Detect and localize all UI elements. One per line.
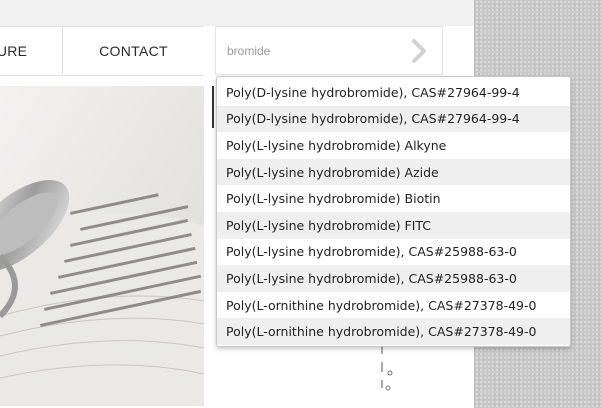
suggestion-item[interactable]: Poly(L-ornithine hydrobromide), CAS#2737… [217, 318, 570, 345]
search-suggestions-dropdown: Poly(D-lysine hydrobromide), CAS#27964-9… [216, 76, 571, 347]
nav-item-partial[interactable]: TURE [0, 27, 62, 75]
chemical-structure-icon [381, 340, 393, 391]
nav-item-contact[interactable]: CONTACT [63, 27, 204, 75]
book-image-illustration [0, 86, 204, 406]
chevron-right-icon [412, 39, 426, 63]
suggestion-item[interactable]: Poly(L-lysine hydrobromide) FITC [217, 212, 570, 239]
nav-item-contact-label: CONTACT [99, 43, 168, 59]
search-input[interactable] [216, 27, 406, 74]
suggestion-item[interactable]: Poly(L-lysine hydrobromide), CAS#25988-6… [217, 265, 570, 292]
chemical-structure-image [360, 340, 420, 406]
suggestion-item[interactable]: Poly(L-ornithine hydrobromide), CAS#2737… [217, 292, 570, 319]
nav-item-partial-label: TURE [0, 43, 28, 59]
main-navigation: TURE CONTACT [0, 26, 204, 76]
hero-image-book-stethoscope [0, 86, 204, 406]
suggestion-item[interactable]: Poly(L-lysine hydrobromide), CAS#25988-6… [217, 239, 570, 266]
search-submit-button[interactable] [408, 39, 430, 63]
suggestion-item[interactable]: Poly(L-lysine hydrobromide) Azide [217, 158, 570, 186]
suggestion-item[interactable]: Poly(D-lysine hydrobromide), CAS#27964-9… [217, 79, 570, 106]
suggestion-item[interactable]: Poly(L-lysine hydrobromide) Alkyne [217, 132, 570, 159]
suggestion-item[interactable]: Poly(L-lysine hydrobromide) Biotin [217, 185, 570, 212]
dropdown-scroll-marker [212, 86, 214, 128]
header-top-band [0, 0, 474, 26]
suggestion-item[interactable]: Poly(D-lysine hydrobromide), CAS#27964-9… [217, 105, 570, 133]
search-box [215, 26, 443, 75]
